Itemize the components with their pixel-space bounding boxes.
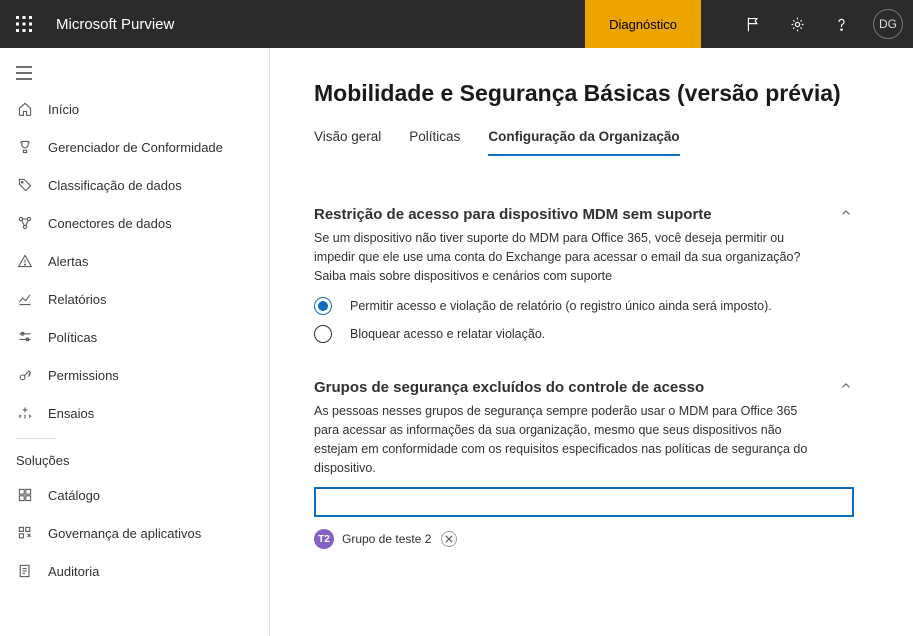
- tab-org-config[interactable]: Configuração da Organização: [488, 129, 679, 156]
- brand-title: Microsoft Purview: [56, 16, 174, 33]
- sidebar-item-compliance-manager[interactable]: Gerenciador de Conformidade: [0, 128, 269, 166]
- section-desc: As pessoas nesses grupos de segurança se…: [314, 402, 824, 477]
- sidebar-item-label: Classificação de dados: [48, 178, 182, 193]
- tab-bar: Visão geral Políticas Configuração da Or…: [314, 129, 869, 156]
- sidebar-item-app-governance[interactable]: Governança de aplicativos: [0, 514, 269, 552]
- excluded-groups-input[interactable]: [314, 487, 854, 517]
- section-access-restriction: Restrição de acesso para dispositivo MDM…: [314, 206, 869, 343]
- page-title: Mobilidade e Segurança Básicas (versão p…: [314, 80, 869, 107]
- sliders-icon: [16, 328, 34, 346]
- chevron-up-icon[interactable]: [839, 206, 859, 226]
- top-bar: Microsoft Purview Diagnóstico DG: [0, 0, 913, 48]
- sidebar-item-label: Alertas: [48, 254, 88, 269]
- sidebar-divider: [16, 438, 56, 439]
- sidebar-item-reports[interactable]: Relatórios: [0, 280, 269, 318]
- main-content: Mobilidade e Segurança Básicas (versão p…: [270, 48, 913, 636]
- reports-icon: [16, 290, 34, 308]
- tab-overview[interactable]: Visão geral: [314, 129, 381, 156]
- sidebar-item-label: Catálogo: [48, 488, 100, 503]
- sidebar-item-alerts[interactable]: Alertas: [0, 242, 269, 280]
- flag-icon[interactable]: [731, 0, 775, 48]
- sidebar-item-home[interactable]: Início: [0, 90, 269, 128]
- sidebar-item-catalog[interactable]: Catálogo: [0, 476, 269, 514]
- key-icon: [16, 366, 34, 384]
- sidebar-item-label: Auditoria: [48, 564, 99, 579]
- alert-icon: [16, 252, 34, 270]
- sidebar-item-label: Ensaios: [48, 406, 94, 421]
- sparkle-icon: [16, 404, 34, 422]
- sidebar-item-label: Gerenciador de Conformidade: [48, 140, 223, 155]
- sidebar-item-permissions[interactable]: Permissions: [0, 356, 269, 394]
- sidebar: Início Gerenciador de Conformidade Class…: [0, 48, 270, 636]
- section-excluded-groups: Grupos de segurança excluídos do control…: [314, 379, 869, 549]
- sidebar-item-data-classification[interactable]: Classificação de dados: [0, 166, 269, 204]
- section-title: Grupos de segurança excluídos do control…: [314, 379, 839, 396]
- app-launcher-icon[interactable]: [0, 0, 48, 48]
- sidebar-item-label: Conectores de dados: [48, 216, 172, 231]
- sidebar-item-label: Políticas: [48, 330, 97, 345]
- connectors-icon: [16, 214, 34, 232]
- tab-policies[interactable]: Políticas: [409, 129, 460, 156]
- catalog-icon: [16, 486, 34, 504]
- chip-label: Grupo de teste 2: [342, 532, 431, 546]
- radio-icon: [314, 325, 332, 343]
- diagnostic-button[interactable]: Diagnóstico: [585, 0, 701, 48]
- sidebar-item-label: Relatórios: [48, 292, 107, 307]
- chevron-up-icon[interactable]: [839, 379, 859, 399]
- sidebar-item-audit[interactable]: Auditoria: [0, 552, 269, 590]
- sidebar-item-label: Início: [48, 102, 79, 117]
- radio-label: Permitir acesso e violação de relatório …: [350, 299, 772, 313]
- governance-icon: [16, 524, 34, 542]
- radio-block-access[interactable]: Bloquear acesso e relatar violação.: [314, 325, 869, 343]
- chip-avatar: T2: [314, 529, 334, 549]
- gear-icon[interactable]: [775, 0, 819, 48]
- audit-icon: [16, 562, 34, 580]
- sidebar-item-policies[interactable]: Políticas: [0, 318, 269, 356]
- sidebar-item-label: Governança de aplicativos: [48, 526, 201, 541]
- sidebar-item-data-connectors[interactable]: Conectores de dados: [0, 204, 269, 242]
- sidebar-item-trials[interactable]: Ensaios: [0, 394, 269, 432]
- radio-label: Bloquear acesso e relatar violação.: [350, 327, 545, 341]
- section-title: Restrição de acesso para dispositivo MDM…: [314, 206, 839, 223]
- trophy-icon: [16, 138, 34, 156]
- sidebar-toggle-icon[interactable]: [0, 56, 269, 90]
- chip-remove-icon[interactable]: [441, 531, 457, 547]
- sidebar-group-label: Soluções: [0, 447, 269, 476]
- avatar[interactable]: DG: [873, 9, 903, 39]
- home-icon: [16, 100, 34, 118]
- radio-icon: [314, 297, 332, 315]
- sidebar-item-label: Permissions: [48, 368, 119, 383]
- group-chip: T2 Grupo de teste 2: [314, 529, 869, 549]
- radio-allow-access[interactable]: Permitir acesso e violação de relatório …: [314, 297, 869, 315]
- tag-icon: [16, 176, 34, 194]
- help-icon[interactable]: [819, 0, 863, 48]
- section-desc: Se um dispositivo não tiver suporte do M…: [314, 229, 824, 285]
